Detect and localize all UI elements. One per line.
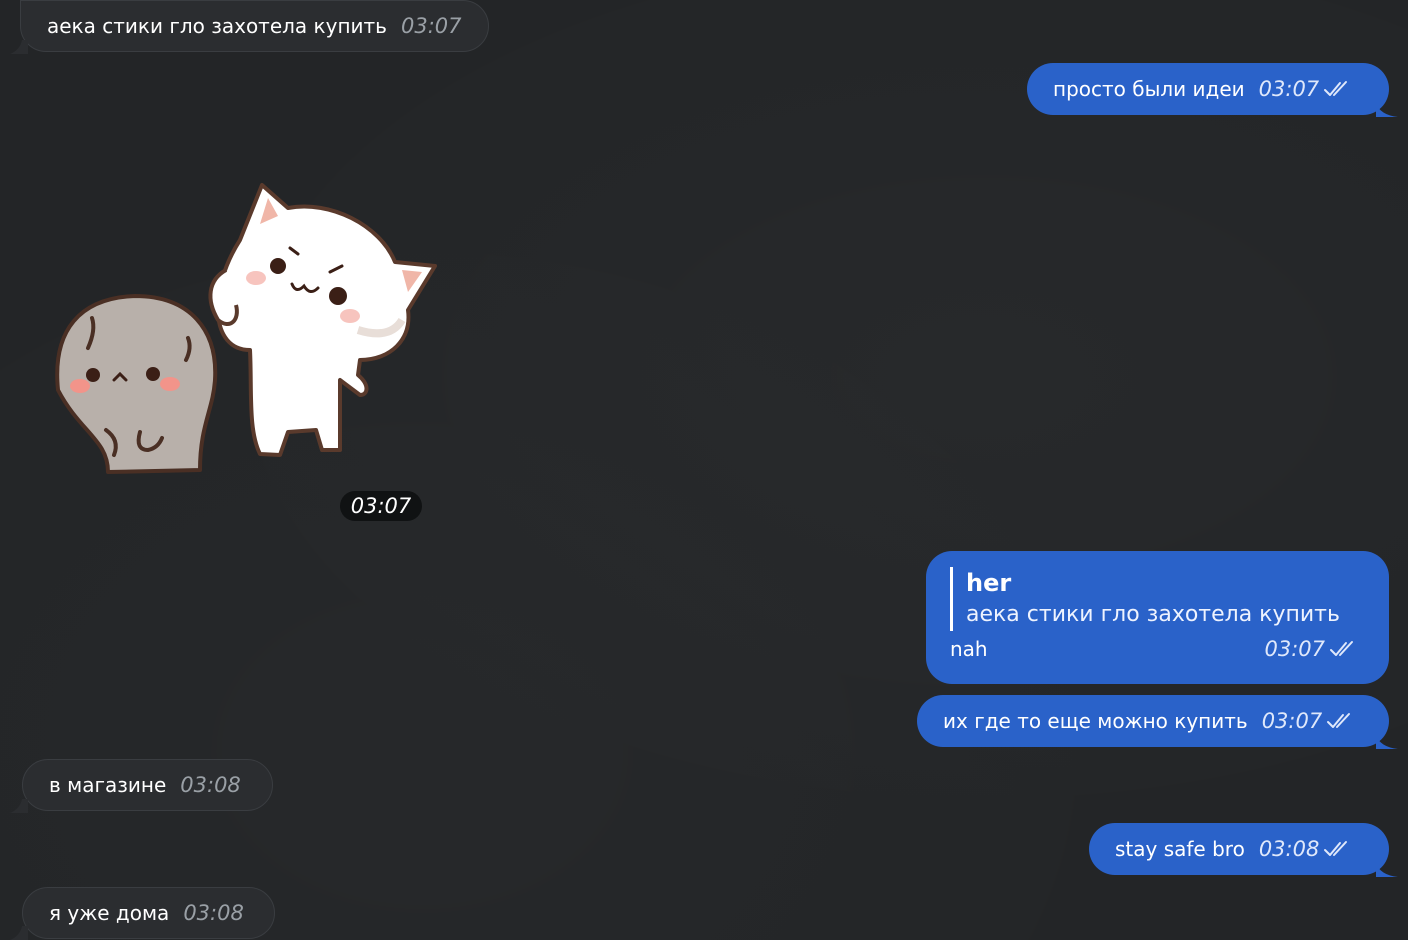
message-text: просто были идеи xyxy=(1053,77,1245,101)
double-check-icon xyxy=(1329,639,1359,659)
message-time: 03:08 xyxy=(183,901,244,925)
incoming-message[interactable]: в магазине 03:08 xyxy=(22,759,273,811)
double-check-icon xyxy=(1323,839,1353,859)
outgoing-message[interactable]: просто были идеи 03:07 xyxy=(1027,63,1389,115)
reply-quote[interactable]: her аека стики гло захотела купить xyxy=(950,567,1363,631)
message-text: я уже дома xyxy=(49,901,170,925)
grey-cat-icon xyxy=(55,294,218,474)
white-cat-icon xyxy=(208,183,437,457)
bubble-tail xyxy=(1376,103,1398,117)
message-text: stay safe bro xyxy=(1115,837,1245,861)
bubble-tail xyxy=(10,926,28,940)
outgoing-message[interactable]: их где то еще можно купить 03:07 xyxy=(917,695,1389,747)
message-text: аека стики гло захотела купить xyxy=(47,14,387,38)
reply-quoted-text: аека стики гло захотела купить xyxy=(966,602,1340,627)
bubble-tail xyxy=(1376,735,1398,749)
bubble-tail xyxy=(1376,863,1398,877)
reply-author: her xyxy=(966,569,1012,597)
message-time: 03:08 xyxy=(180,773,241,797)
message-text: в магазине xyxy=(49,773,167,797)
message-time: 03:07 xyxy=(1258,77,1320,101)
outgoing-message[interactable]: stay safe bro 03:08 xyxy=(1089,823,1389,875)
incoming-message[interactable]: аека стики гло захотела купить 03:07 xyxy=(20,0,489,52)
message-time-group: 03:07 xyxy=(1264,637,1359,661)
message-time: 03:07 xyxy=(1264,637,1325,661)
outgoing-reply-message[interactable]: her аека стики гло захотела купить nah 0… xyxy=(926,551,1389,684)
double-check-icon xyxy=(1323,79,1353,99)
message-time: 03:08 xyxy=(1258,837,1320,861)
message-time: 03:07 xyxy=(400,14,462,38)
message-time: 03:07 xyxy=(1261,709,1323,733)
double-check-icon xyxy=(1326,711,1356,731)
bubble-tail xyxy=(10,799,28,813)
message-text: их где то еще можно купить xyxy=(943,709,1248,733)
cats-sticker[interactable] xyxy=(40,170,450,480)
incoming-message[interactable]: я уже дома 03:08 xyxy=(22,887,275,939)
message-text: nah xyxy=(950,637,988,661)
bubble-tail xyxy=(10,40,28,54)
sticker-time: 03:07 xyxy=(340,491,422,521)
